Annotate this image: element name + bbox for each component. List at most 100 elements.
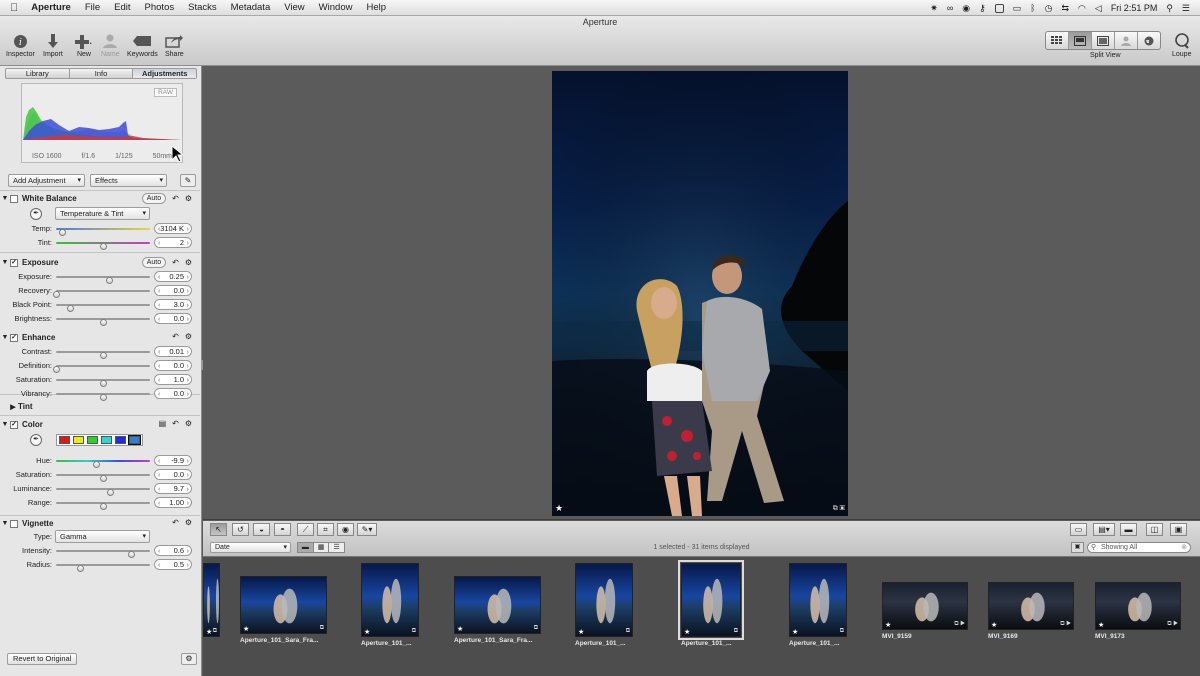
share-button[interactable]: Share	[165, 33, 184, 58]
rating-star-icon[interactable]: ★	[243, 625, 249, 633]
gear-icon[interactable]: ⚙	[185, 194, 192, 203]
disclosure-triangle-icon[interactable]: ▼	[0, 334, 10, 341]
black-point-value-field[interactable]: 3.0	[154, 299, 192, 310]
select-tool-button[interactable]: ↖	[210, 523, 227, 536]
reset-icon[interactable]: ↶	[172, 332, 179, 341]
luminance-slider-knob[interactable]	[106, 489, 114, 496]
hue-slider[interactable]	[56, 460, 150, 468]
rating-star-icon[interactable]: ★	[885, 621, 891, 629]
brightness-icon[interactable]: ✷	[930, 3, 938, 14]
keywords-button[interactable]: Keywords	[127, 33, 158, 58]
notification-center-icon[interactable]: ☰	[1182, 3, 1190, 14]
stamp-tool-button[interactable]: ◓	[274, 523, 291, 536]
range-slider-knob[interactable]	[100, 503, 107, 510]
red-eye-tool-button[interactable]: ◉	[337, 523, 354, 536]
inspector-button[interactable]: i Inspector	[6, 33, 35, 58]
definition-value-field[interactable]: 0.0	[154, 360, 192, 371]
gear-icon[interactable]: ⚙	[185, 258, 192, 267]
hue-value-field[interactable]: -9.9	[154, 455, 192, 466]
toggle-viewer-button[interactable]: ▭	[1070, 523, 1087, 536]
filmstrip-thumbnail[interactable]: ★ ⧉ ▶	[1095, 582, 1181, 630]
white-balance-checkbox[interactable]	[10, 194, 18, 203]
stack-button[interactable]: ▤▾	[1093, 523, 1115, 536]
menu-photos[interactable]: Photos	[138, 2, 182, 13]
revert-to-original-button[interactable]: Revert to Original	[7, 653, 78, 665]
rating-star-icon[interactable]: ★	[457, 625, 463, 633]
tint-subsection[interactable]: ▶ Tint	[0, 399, 200, 414]
vibrancy-slider[interactable]	[56, 393, 150, 401]
import-button[interactable]: Import	[43, 33, 63, 58]
rating-star-icon[interactable]: ★	[555, 503, 563, 514]
saturation-slider-knob[interactable]	[100, 380, 107, 387]
main-photo[interactable]: ★ ⧉ ▣	[552, 71, 848, 516]
black-point-slider-knob[interactable]	[67, 305, 75, 312]
rating-star-icon[interactable]: ★	[364, 628, 370, 636]
temp-slider-knob[interactable]	[58, 229, 66, 236]
list-view-icon[interactable]: ▤	[159, 419, 167, 428]
disclosure-triangle-icon[interactable]: ▼	[0, 421, 10, 428]
quick-brush-button[interactable]: ✎	[180, 174, 196, 187]
spotlight-icon[interactable]: ⚲	[1166, 3, 1173, 14]
intensity-slider[interactable]	[56, 550, 150, 558]
rating-star-icon[interactable]: ★	[792, 628, 798, 636]
recovery-value-field[interactable]: 0.0	[154, 285, 192, 296]
exposure-slider[interactable]	[56, 276, 150, 284]
bluetooth-icon[interactable]: ᛒ	[1030, 3, 1035, 13]
filmstrip-thumbnail[interactable]: ★ ⧉	[789, 563, 847, 637]
new-button[interactable]: New	[75, 33, 93, 58]
saturation-value-field[interactable]: 0.0	[154, 469, 192, 480]
disclosure-triangle-icon[interactable]: ▼	[0, 520, 10, 527]
white-balance-auto-button[interactable]: Auto	[141, 193, 167, 204]
apple-menu-icon[interactable]: 	[0, 2, 24, 14]
enhance-checkbox[interactable]: ✓	[10, 333, 18, 342]
range-value-field[interactable]: 1.00	[154, 497, 192, 508]
menu-edit[interactable]: Edit	[107, 2, 137, 13]
luminance-slider[interactable]	[56, 488, 150, 496]
loupe-button[interactable]: Loupe	[1172, 33, 1191, 58]
menu-window[interactable]: Window	[312, 2, 360, 13]
vignette-checkbox[interactable]	[10, 519, 18, 528]
vignette-type-popup[interactable]: Gamma	[55, 530, 150, 543]
faces-button[interactable]	[1115, 32, 1138, 49]
menu-stacks[interactable]: Stacks	[181, 2, 224, 13]
color-eyedropper-icon[interactable]: ✒	[30, 434, 42, 446]
brightness-slider[interactable]	[56, 318, 150, 326]
filmstrip-thumbnail[interactable]: ★ ⧉ ▶	[988, 582, 1074, 630]
places-button[interactable]	[1138, 32, 1160, 49]
radius-slider[interactable]	[56, 564, 150, 572]
filmstrip-thumbnail[interactable]: ★ ⧉	[361, 563, 419, 637]
tab-info[interactable]: Info	[70, 69, 134, 78]
browser-view-button[interactable]	[1046, 32, 1069, 49]
crop-tool-button[interactable]: ⌗	[317, 523, 334, 536]
search-field[interactable]: ⚲ Showing All ⊗	[1087, 542, 1191, 553]
brush-tool-button[interactable]: ✎▾	[357, 523, 377, 536]
radius-value-field[interactable]: 0.5	[154, 559, 192, 570]
saturation-value-field[interactable]: 1.0	[154, 374, 192, 385]
color-checkbox[interactable]: ✓	[10, 420, 18, 429]
screen-icon[interactable]	[994, 3, 1004, 13]
disclosure-triangle-icon[interactable]: ▼	[0, 195, 10, 202]
exposure-value-field[interactable]: 0.25	[154, 271, 192, 282]
color-swatch[interactable]	[101, 436, 112, 444]
brightness-value-field[interactable]: 0.0	[154, 313, 192, 324]
black-point-slider[interactable]	[56, 304, 150, 312]
volume-icon[interactable]: ◁	[1095, 3, 1102, 14]
definition-slider-knob[interactable]	[53, 366, 60, 373]
disclosure-triangle-right-icon[interactable]: ▶	[8, 403, 18, 411]
contrast-slider[interactable]	[56, 351, 150, 359]
saturation-slider-knob[interactable]	[100, 475, 107, 482]
name-button[interactable]: Name	[101, 33, 120, 58]
recovery-slider[interactable]	[53, 290, 150, 298]
gear-icon[interactable]: ⚙	[185, 518, 192, 527]
saturation-slider[interactable]	[56, 474, 150, 482]
filmstrip-thumbnail[interactable]: ★ ⧉	[678, 560, 744, 640]
key-icon[interactable]: ⚷	[979, 3, 986, 14]
menu-file[interactable]: File	[78, 2, 107, 13]
primary-only-button[interactable]: ◫	[1146, 523, 1163, 536]
luminance-value-field[interactable]: 9.7	[154, 483, 192, 494]
temp-slider[interactable]	[56, 228, 150, 236]
menu-help[interactable]: Help	[359, 2, 393, 13]
filmstrip-thumbnail[interactable]: ★ ⧉	[240, 576, 327, 634]
filmstrip-orientation-button[interactable]: ▬	[1120, 523, 1137, 536]
time-machine-icon[interactable]: ◷	[1045, 3, 1053, 14]
